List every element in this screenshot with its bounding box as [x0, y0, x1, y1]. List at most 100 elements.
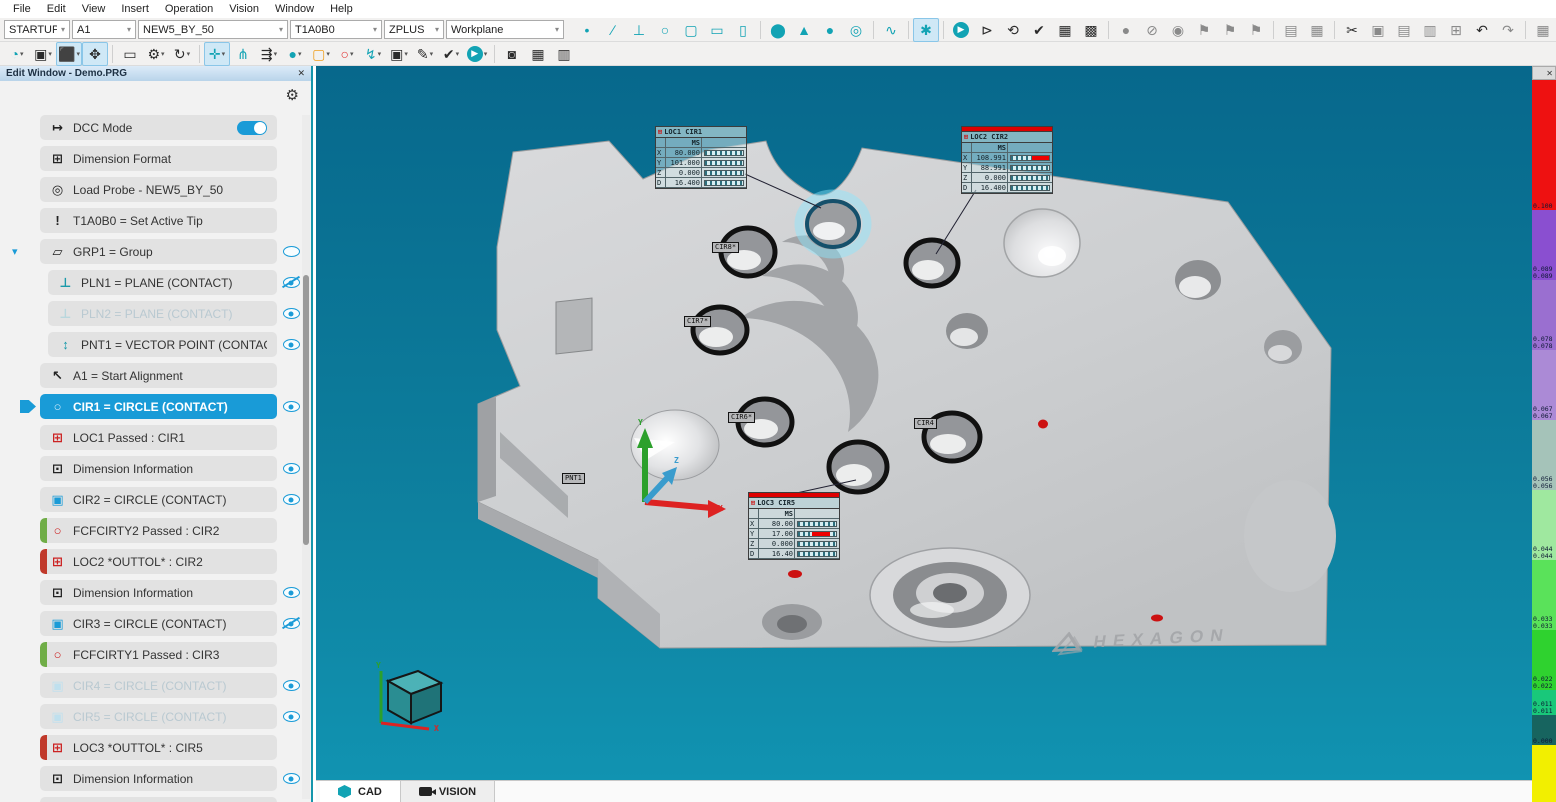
chevron-down-icon[interactable]: ▾ — [484, 50, 488, 58]
sphere-feature-button[interactable]: ● — [817, 18, 843, 42]
probe-hits-button[interactable]: ✛▾ — [204, 42, 230, 66]
probe-path-button[interactable]: ⋔ — [230, 42, 256, 66]
plane-feature-button[interactable]: ⊥ — [626, 18, 652, 42]
mark-features-button[interactable]: ✔▾ — [438, 42, 464, 66]
path-pen-button[interactable]: ✎▾ — [412, 42, 438, 66]
view-preset-combo[interactable]: Workplane▾ — [446, 20, 564, 39]
feature-id-display-button[interactable]: ⇶▾ — [256, 42, 282, 66]
execute-program-button[interactable]: ▶ — [948, 18, 974, 42]
menu-help[interactable]: Help — [323, 2, 360, 16]
sidebar-item-loc2[interactable]: ⊞LOC2 *OUTTOL* : CIR2 — [40, 549, 311, 574]
notch-feature-button[interactable]: ▯ — [730, 18, 756, 42]
undo-button[interactable]: ↶ — [1469, 18, 1495, 42]
sidebar-item-cir5[interactable]: ▣CIR5 = CIRCLE (CONTACT) — [40, 704, 311, 729]
mark-all-button[interactable]: ✔ — [1026, 18, 1052, 42]
eye-icon[interactable] — [283, 463, 300, 474]
sidebar-scrollbar[interactable] — [302, 115, 310, 799]
workplane-combo[interactable]: ZPLUS▾ — [384, 20, 444, 39]
chevron-down-icon[interactable]: ▾ — [222, 50, 226, 58]
chevron-down-icon[interactable]: ▾ — [61, 25, 65, 34]
report-preview-button[interactable]: ▦ — [525, 42, 551, 66]
chevron-down-icon[interactable]: ▾ — [127, 25, 131, 34]
sidebar-item-fcfcirty1[interactable]: ○FCFCIRTY1 Passed : CIR3 — [40, 642, 311, 667]
sidebar-item-cir1[interactable]: ○CIR1 = CIRCLE (CONTACT) — [40, 394, 311, 419]
command-pill-dim-info-3[interactable]: ⊡Dimension Information — [40, 766, 277, 791]
bookmark-insert-button[interactable]: ⚑ — [1217, 18, 1243, 42]
settings-gears-button[interactable]: ⚙▾ — [143, 42, 169, 66]
command-pill-a1-alignment[interactable]: ↖A1 = Start Alignment — [40, 363, 277, 388]
redo-button[interactable]: ↷ — [1495, 18, 1521, 42]
sidebar-item-grp1[interactable]: ▾▱GRP1 = Group — [40, 239, 311, 264]
execute-from-cursor-button[interactable]: ⊳ — [974, 18, 1000, 42]
expand-chevron-icon[interactable]: ▾ — [12, 245, 18, 258]
change-mode-button[interactable]: ⟲ — [1000, 18, 1026, 42]
torus-feature-button[interactable]: ◎ — [843, 18, 869, 42]
visibility-ring-icon[interactable] — [283, 246, 300, 257]
menu-vision[interactable]: Vision — [222, 2, 266, 16]
eye-icon[interactable] — [283, 773, 300, 784]
command-pill-loc3[interactable]: ⊞LOC3 *OUTTOL* : CIR5 — [40, 735, 277, 760]
command-pill-dimension-format[interactable]: ⊞Dimension Format — [40, 146, 277, 171]
sidebar-item-pln2[interactable]: ⊥PLN2 = PLANE (CONTACT) — [48, 301, 311, 326]
chevron-down-icon[interactable]: ▾ — [187, 50, 191, 58]
command-pill-dim-info-2[interactable]: ⊡Dimension Information — [40, 580, 277, 605]
sidebar-item-dimension-format[interactable]: ⊞Dimension Format — [40, 146, 311, 171]
close-icon[interactable]: ✕ — [1546, 69, 1553, 78]
menu-view[interactable]: View — [75, 2, 113, 16]
sidebar-item-dcc-mode[interactable]: ↦DCC Mode — [40, 115, 311, 140]
measurement-label-loc2-cir2[interactable]: ⊞LOC2 CIR2MSX108.991Y88.991Z0.000D16.400 — [961, 126, 1053, 194]
view-orientation-button[interactable]: ◔▾ — [4, 42, 30, 66]
bookmark-clear-button[interactable]: ⚑ — [1243, 18, 1269, 42]
circle-feature-button[interactable]: ○ — [652, 18, 678, 42]
rotate-view-button[interactable]: ↻▾ — [169, 42, 195, 66]
pattern-paste-button[interactable]: ⊞ — [1443, 18, 1469, 42]
edit-window-titlebar[interactable]: Edit Window - Demo.PRG ✕ — [0, 66, 311, 81]
square-slot-feature-button[interactable]: ▭ — [704, 18, 730, 42]
command-pill-cir1[interactable]: ○CIR1 = CIRCLE (CONTACT) — [40, 394, 277, 419]
command-pill-pln1[interactable]: ⊥PLN1 = PLANE (CONTACT) — [48, 270, 277, 295]
chevron-down-icon[interactable]: ▾ — [378, 50, 382, 58]
chevron-down-icon[interactable]: ▾ — [20, 50, 24, 58]
command-pill-fcfcirty1[interactable]: ○FCFCIRTY1 Passed : CIR3 — [40, 642, 277, 667]
verify-document-button[interactable]: ▦ — [1052, 18, 1078, 42]
menu-operation[interactable]: Operation — [158, 2, 220, 16]
tab-cad[interactable]: CAD — [320, 781, 400, 802]
analysis-view-button[interactable]: ↯▾ — [360, 42, 386, 66]
active-tip-combo[interactable]: T1A0B0▾ — [290, 20, 382, 39]
print-button[interactable]: ▦ — [1530, 18, 1556, 42]
point-feature-button[interactable]: • — [574, 18, 600, 42]
cad-viewport[interactable]: ⊞LOC1 CIR1MSX80.000Y101.000Z0.000D16.400… — [316, 66, 1532, 780]
wireframe-view-button[interactable]: ▣▾ — [30, 42, 56, 66]
eye-icon[interactable] — [283, 401, 300, 412]
sidebar-item-cir3[interactable]: ▣CIR3 = CIRCLE (CONTACT) — [40, 611, 311, 636]
copy-button[interactable]: ▣ — [1365, 18, 1391, 42]
chevron-down-icon[interactable]: ▾ — [430, 50, 434, 58]
chevron-down-icon[interactable]: ▾ — [350, 50, 354, 58]
bookmark-button[interactable]: ⚑ — [1191, 18, 1217, 42]
unverify-document-button[interactable]: ▩ — [1078, 18, 1104, 42]
solid-view-button[interactable]: ⬛▾ — [56, 42, 82, 66]
tab-vision[interactable]: VISION — [400, 781, 495, 802]
color-scale-header[interactable]: ✕ — [1532, 66, 1556, 80]
measurement-label-loc3-cir5[interactable]: ⊞LOC3 CIR5MSX80.00Y17.00Z0.000D16.40 — [748, 492, 840, 560]
eye-icon[interactable] — [283, 308, 300, 319]
command-pill-grp1[interactable]: ▱GRP1 = Group — [40, 239, 277, 264]
command-pill-cir2[interactable]: ▣CIR2 = CIRCLE (CONTACT) — [40, 487, 277, 512]
sidebar-item-pnt1[interactable]: ↕PNT1 = VECTOR POINT (CONTAC — [48, 332, 311, 357]
auto-feature-button[interactable]: ✱ — [913, 18, 939, 42]
dcc-mode-toggle[interactable] — [237, 121, 267, 135]
command-pill-pln2[interactable]: ⊥PLN2 = PLANE (CONTACT) — [48, 301, 277, 326]
command-pill-load-probe[interactable]: ◎Load Probe - NEW5_BY_50 — [40, 177, 277, 202]
sidebar-item-set-active-tip[interactable]: !T1A0B0 = Set Active Tip — [40, 208, 311, 233]
screen-capture-button[interactable]: ◙ — [499, 42, 525, 66]
stop-button[interactable]: ● — [1113, 18, 1139, 42]
menu-edit[interactable]: Edit — [40, 2, 73, 16]
cylinder-feature-button[interactable]: ⬤ — [765, 18, 791, 42]
chevron-down-icon[interactable]: ▾ — [298, 50, 302, 58]
round-slot-feature-button[interactable]: ▢ — [678, 18, 704, 42]
probe-file-combo[interactable]: NEW5_BY_50▾ — [138, 20, 288, 39]
surface-mode-button[interactable]: ●▾ — [282, 42, 308, 66]
command-pill-set-active-tip[interactable]: !T1A0B0 = Set Active Tip — [40, 208, 277, 233]
chevron-down-icon[interactable]: ▾ — [435, 25, 439, 34]
cone-feature-button[interactable]: ▲ — [791, 18, 817, 42]
